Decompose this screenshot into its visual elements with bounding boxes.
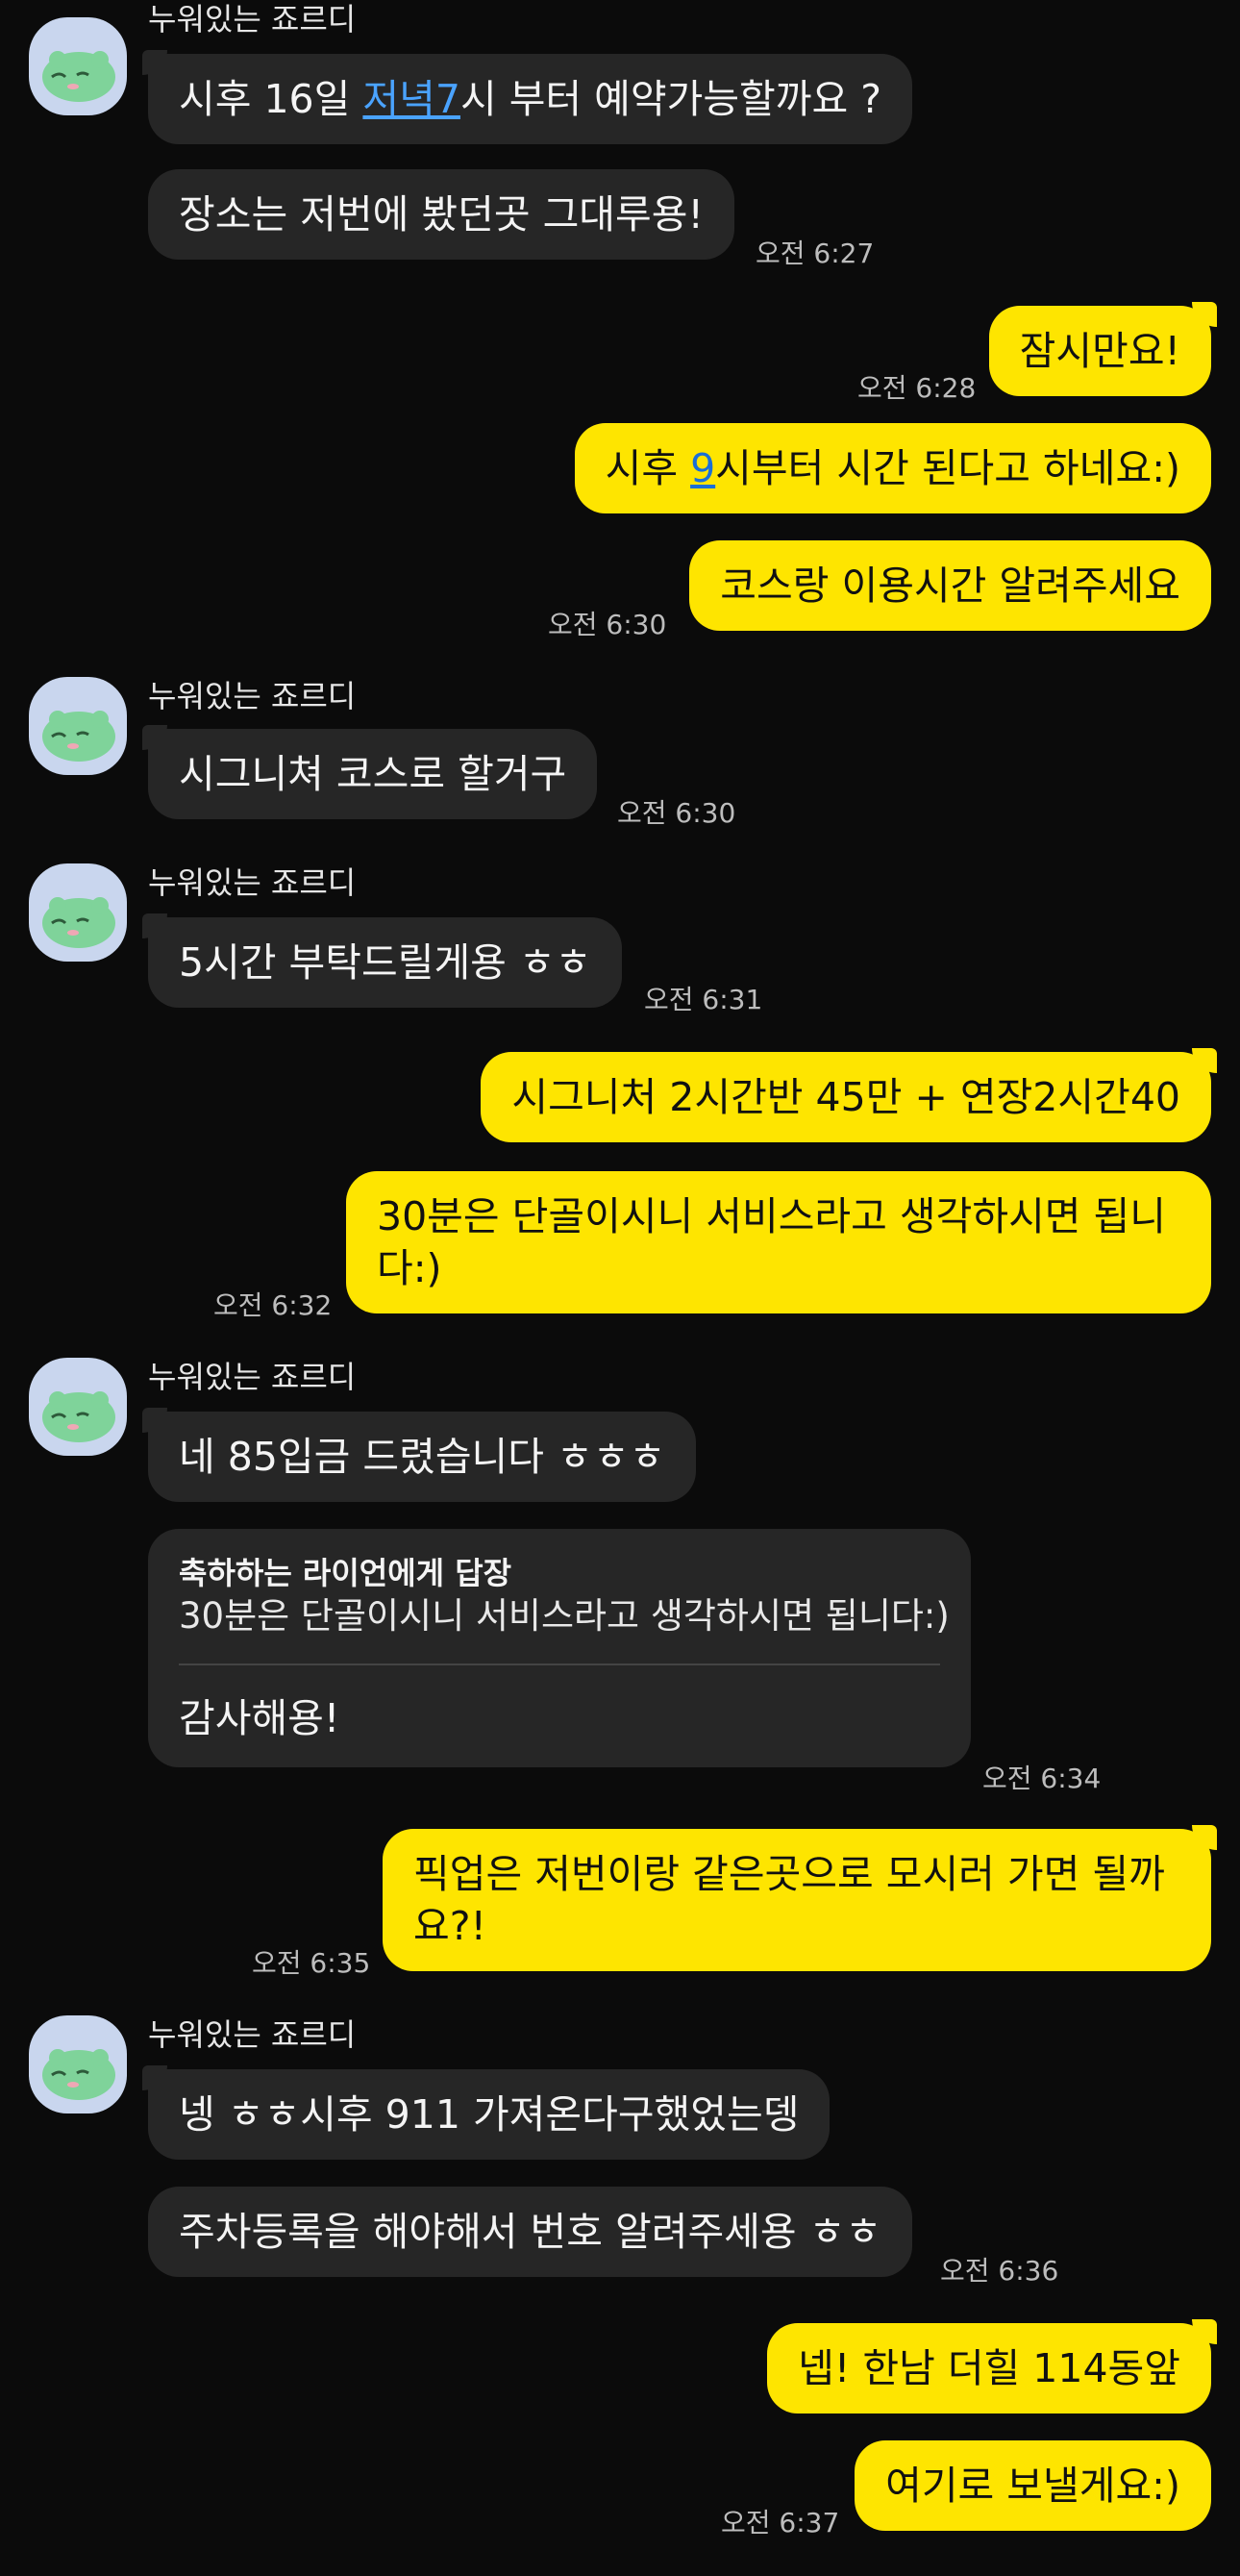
outgoing-message[interactable]: 픽업은 저번이랑 같은곳으로 모시러 가면 될까요?! [383,1825,1217,1971]
message-time: 오전 6:28 [857,372,977,404]
reply-divider [179,1663,940,1665]
avatar[interactable] [29,2015,127,2113]
jordy-avatar-icon [42,2049,115,2100]
reply-message[interactable]: 축하하는 라이언에게 답장 30분은 단골이시니 서비스라고 생각하시면 됩니다… [148,1529,971,1767]
incoming-message[interactable]: 네 85입금 드렸습니다 ㅎㅎㅎ [141,1408,697,1502]
sender-name: 누워있는 죠르디 [148,1359,357,1395]
incoming-message[interactable]: 주차등록을 해야해서 번호 알려주세용 ㅎㅎ [148,2187,913,2277]
sender-name: 누워있는 죠르디 [148,2016,357,2053]
jordy-avatar-icon [42,1391,115,1442]
jordy-avatar-icon [42,51,115,102]
avatar[interactable] [29,17,127,115]
incoming-message[interactable]: 시그니쳐 코스로 할거구 [141,725,598,819]
message-time: 오전 6:30 [617,797,736,829]
jordy-avatar-icon [42,711,115,762]
sender-name: 누워있는 죠르디 [148,864,357,901]
time-link[interactable]: 9 [690,445,715,491]
date-link[interactable]: 저녁7 [362,76,460,122]
reply-title: 축하하는 라이언에게 답장 [179,1555,512,1591]
reply-quote[interactable]: 30분은 단골이시니 서비스라고 생각하시면 됩니다:) [179,1592,950,1640]
outgoing-message[interactable]: 코스랑 이용시간 알려주세요 [689,540,1211,631]
message-time: 오전 6:37 [721,2507,840,2538]
incoming-message[interactable]: 시후 16일 저녁7시 부터 예약가능할까요 ? [142,50,912,144]
incoming-message[interactable]: 넹 ㅎㅎ시후 911 가져온다구했었는뎅 [141,2065,831,2160]
message-time: 오전 6:32 [213,1289,333,1321]
avatar[interactable] [29,1358,127,1456]
avatar[interactable] [29,677,127,775]
outgoing-message[interactable]: 시그니처 2시간반 45만 + 연장2시간40 [481,1048,1217,1142]
message-time: 오전 6:34 [982,1763,1102,1794]
incoming-message[interactable]: 장소는 저번에 봤던곳 그대루용! [148,169,734,260]
incoming-message[interactable]: 5시간 부탁드릴게용 ㅎㅎ [141,913,623,1008]
message-time: 오전 6:31 [644,984,763,1015]
outgoing-message[interactable]: 30분은 단골이시니 서비스라고 생각하시면 됩니다:) [346,1171,1211,1313]
message-time: 오전 6:35 [252,1947,371,1979]
jordy-avatar-icon [42,897,115,948]
outgoing-message[interactable]: 시후 9시부터 시간 된다고 하네요:) [574,423,1211,513]
outgoing-message[interactable]: 넵! 한남 더힐 114동앞 [767,2319,1217,2413]
avatar[interactable] [29,863,127,962]
outgoing-message[interactable]: 잠시만요! [988,302,1218,396]
sender-name: 누워있는 죠르디 [148,1,357,38]
sender-name: 누워있는 죠르디 [148,678,357,714]
message-time: 오전 6:27 [756,238,875,269]
message-time: 오전 6:36 [940,2255,1059,2287]
outgoing-message[interactable]: 여기로 보낼게요:) [855,2440,1211,2531]
message-time: 오전 6:30 [548,609,667,640]
reply-text: 감사해용! [179,1695,340,1741]
